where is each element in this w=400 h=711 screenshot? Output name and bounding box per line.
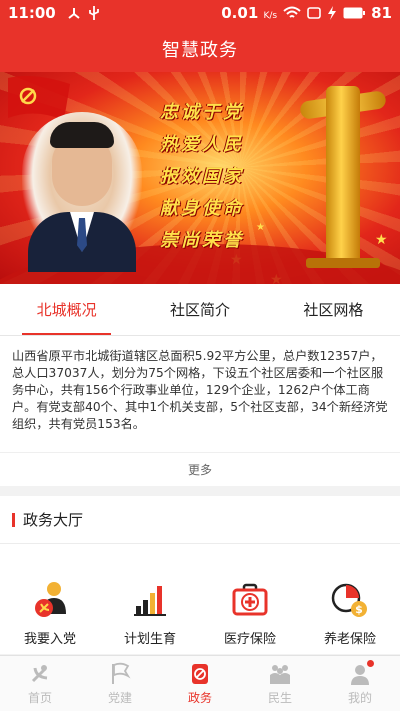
overview-text: 山西省原平市北城街道辖区总面积5.92平方公里，总户数12357户，总人口370… [12,349,388,431]
tab-community-grid[interactable]: 社区网格 [267,284,400,335]
leader-portrait [22,112,142,272]
service-join-party[interactable]: 我要入党 [0,544,100,654]
party-member-icon [30,580,70,620]
hero-banner[interactable]: ★ ★ ★ ★ 忠诚于党 热爱人民 报效国家 献身使命 崇尚荣誉 [0,72,400,284]
service-label: 养老保险 [323,632,376,647]
battery-icon [343,7,366,19]
party-emblem-icon [28,662,52,686]
banner-slogan: 报效国家 [160,166,244,187]
star-icon: ★ [375,232,388,248]
medical-kit-icon [230,580,270,620]
nav-label: 党建 [107,690,132,705]
banner-slogan: 献身使命 [160,198,244,219]
nav-home[interactable]: 首页 [0,656,80,711]
nav-label: 政务 [187,690,212,705]
tab-community-intro[interactable]: 社区简介 [133,284,266,335]
share-icon [66,6,82,20]
bar-chart-icon [130,580,170,620]
nav-government-affairs[interactable]: 政务 [160,656,240,711]
overview-content: 山西省原平市北城街道辖区总面积5.92平方公里，总户数12357户，总人口370… [0,336,400,452]
charging-icon [327,6,337,20]
network-speed: 0.01 K/s [221,4,278,22]
app-screen: 11:00 0.01 K/s 81 智慧政务 ★ ★ 忠诚于党 热爱人民 报效国… [0,0,400,711]
banner-slogan: 崇尚荣誉 [160,230,244,251]
nav-label: 民生 [267,690,292,705]
star-icon: ★ [256,222,265,233]
huabiao-pillar [326,86,360,261]
nav-label: 首页 [27,690,52,705]
banner-slogan: 热爱人民 [160,134,244,155]
bottom-nav: 首页 党建 政务 民生 我的 [0,655,400,711]
pension-pie-icon: $ [330,580,370,620]
service-grid: 我要入党 计划生育 医疗保险 $ 养老保险 [0,544,400,654]
svg-text:$: $ [355,603,363,616]
service-family-planning[interactable]: 计划生育 [100,544,200,654]
wifi-icon [283,6,301,20]
hall-section-header: 政务大厅 [0,496,400,544]
more-button[interactable]: 更多 [0,452,400,486]
status-bar: 11:00 0.01 K/s 81 [0,0,400,26]
nav-party-building[interactable]: 党建 [80,656,160,711]
title-bar: 智慧政务 [0,26,400,72]
flag-icon [108,662,132,686]
sim-icon [307,7,321,19]
banner-slogan: 忠诚于党 [160,102,244,123]
person-icon [348,659,374,686]
nav-label: 我的 [347,690,372,705]
status-time: 11:00 [8,4,56,22]
overview-tabs: 北城概况 社区简介 社区网格 [0,284,400,336]
service-label: 医疗保险 [223,632,276,647]
service-label: 我要入党 [23,632,76,647]
battery-level: 81 [371,4,392,22]
tab-beicheng-overview[interactable]: 北城概况 [0,284,133,335]
usb-icon [88,5,100,21]
service-medical-insurance[interactable]: 医疗保险 [200,544,300,654]
service-pension-insurance[interactable]: $ 养老保险 [300,544,400,654]
hall-title: 政务大厅 [23,511,84,529]
notification-dot [367,659,374,667]
people-icon [268,662,292,686]
government-icon [188,662,212,686]
service-label: 计划生育 [123,632,176,647]
page-title: 智慧政务 [162,40,238,61]
nav-livelihood[interactable]: 民生 [240,656,320,711]
section-accent-bar [12,512,15,527]
nav-mine[interactable]: 我的 [320,656,400,711]
banner-slogans: 忠诚于党 热爱人民 报效国家 献身使命 崇尚荣誉 [160,98,244,252]
